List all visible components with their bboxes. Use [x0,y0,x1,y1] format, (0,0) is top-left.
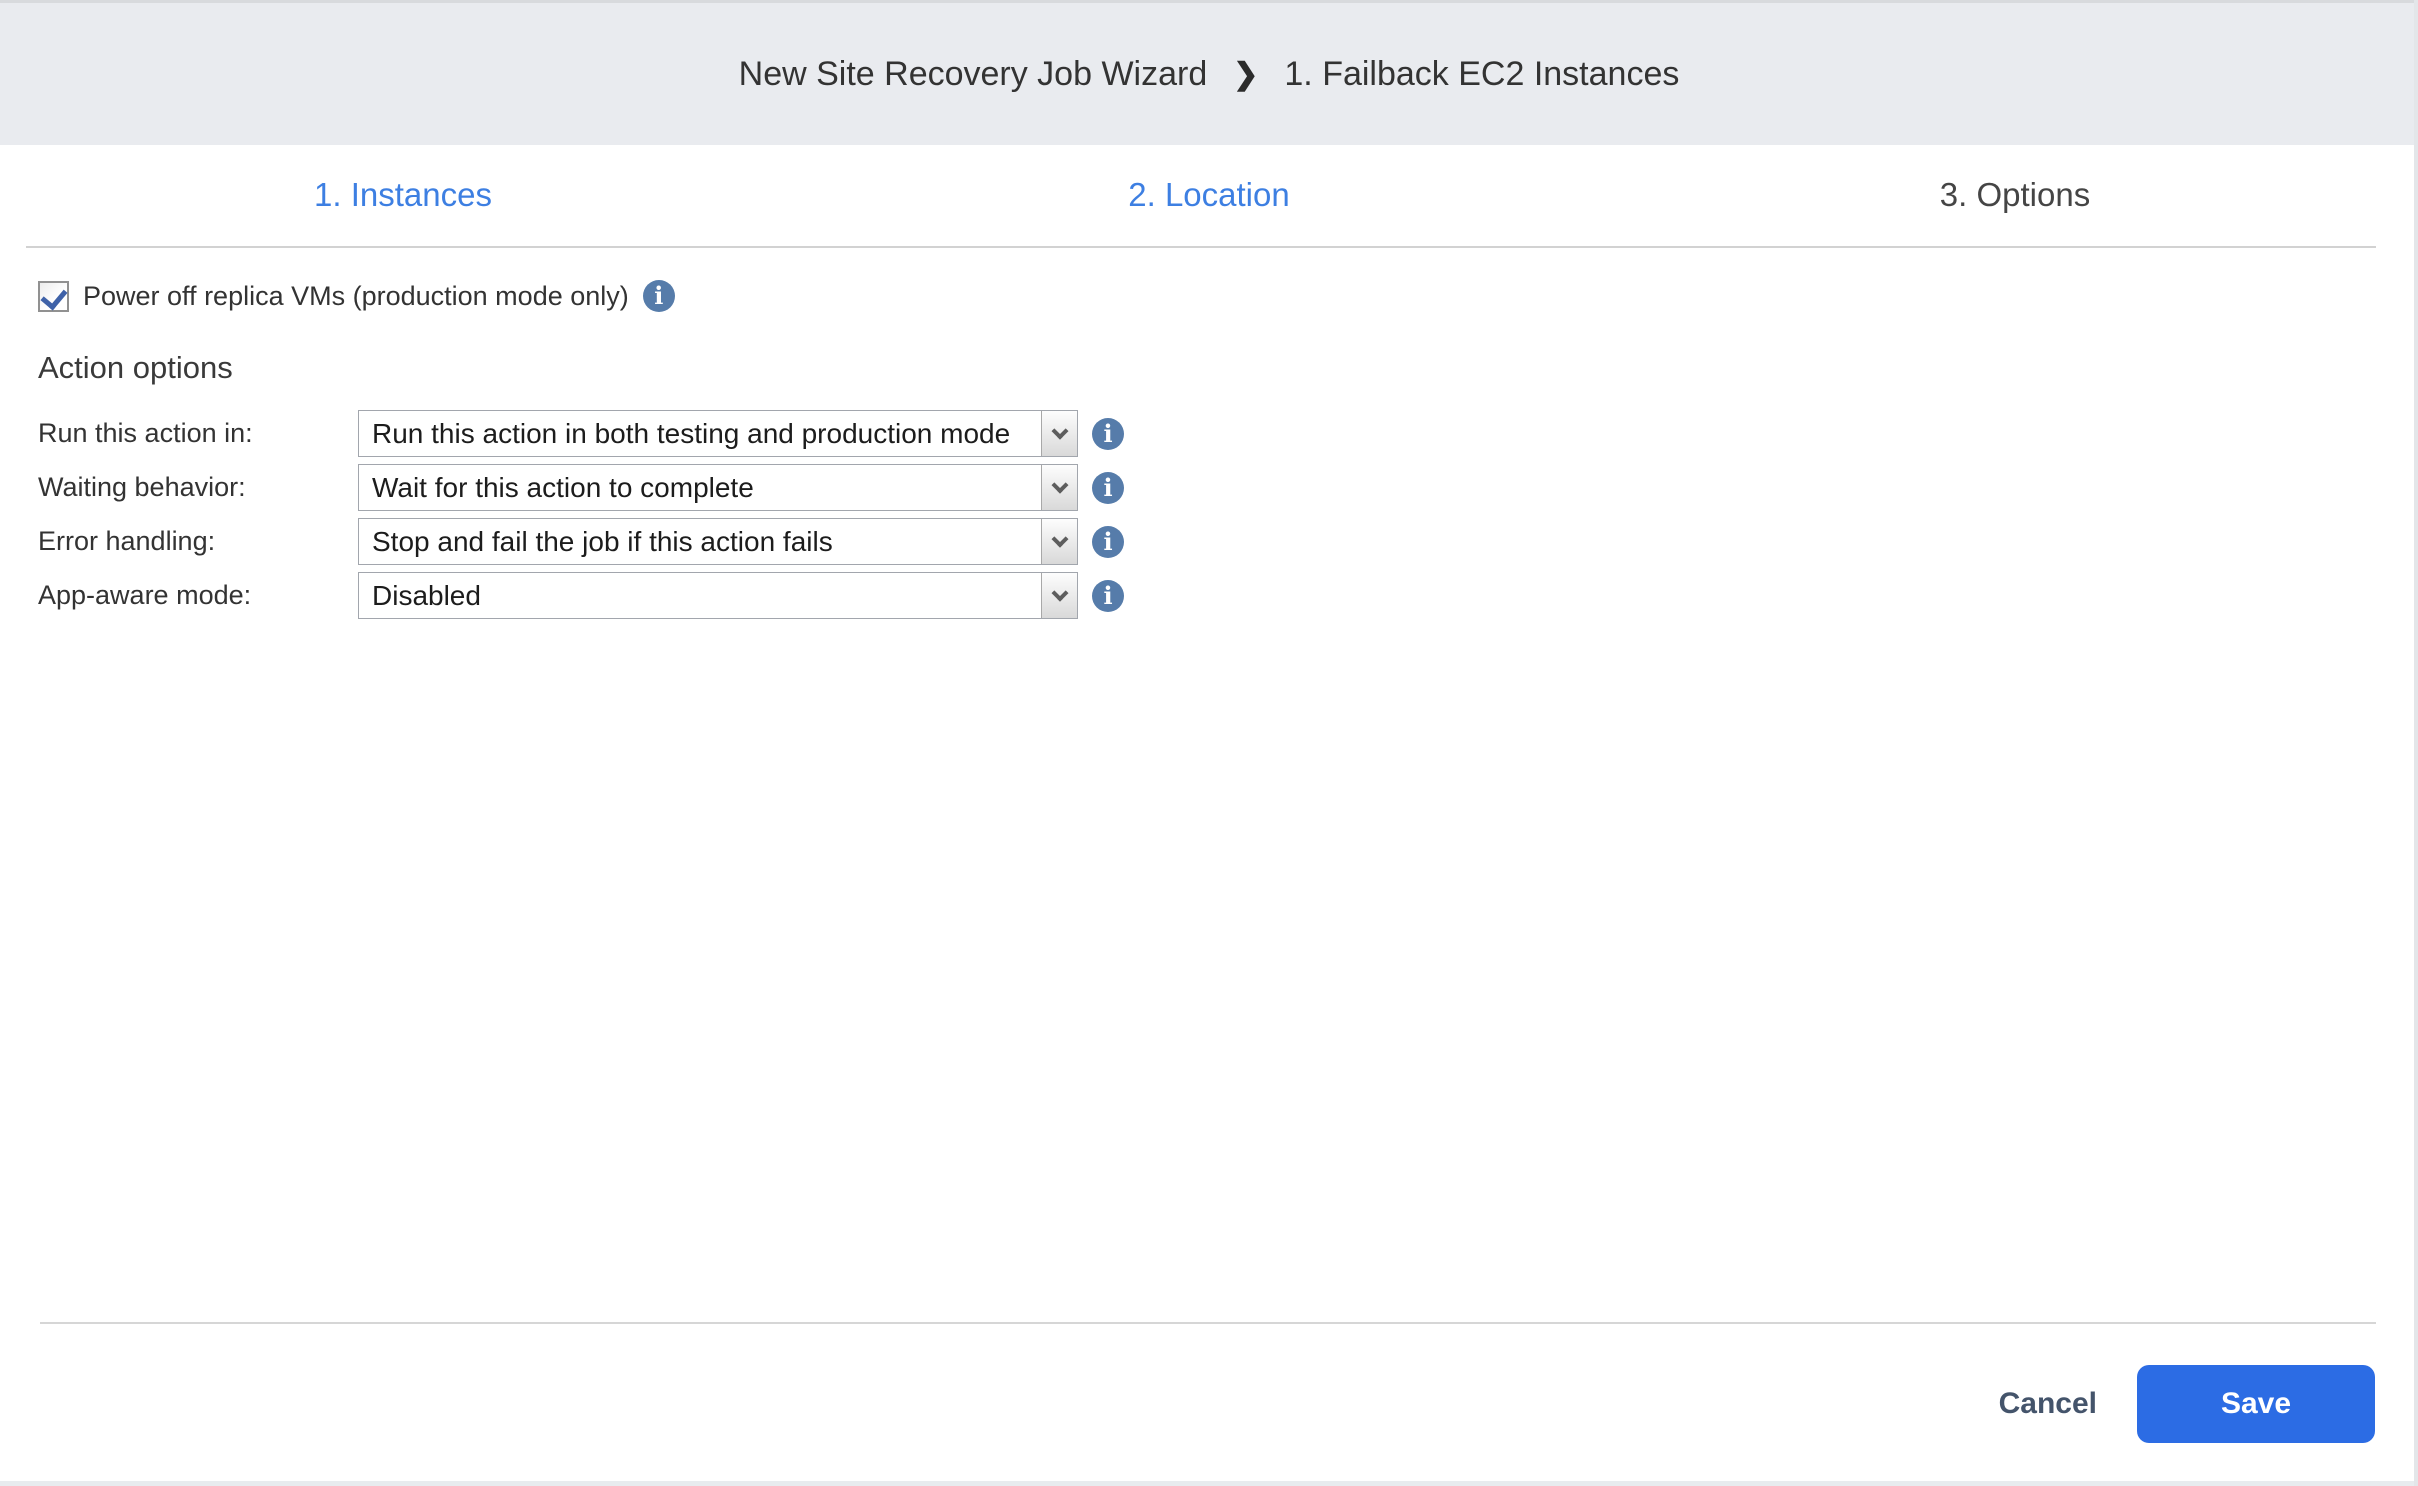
error-handling-label: Error handling: [38,526,358,557]
power-off-row: Power off replica VMs (production mode o… [38,280,2376,312]
info-icon[interactable] [1092,580,1124,612]
wizard-header: New Site Recovery Job Wizard ❯ 1. Failba… [0,3,2418,145]
error-handling-value: Stop and fail the job if this action fai… [359,519,1041,564]
run-action-in-select[interactable]: Run this action in both testing and prod… [358,410,1078,457]
power-off-checkbox-label: Power off replica VMs (production mode o… [83,281,629,312]
dropdown-arrow-icon[interactable] [1041,519,1077,564]
footer-divider [40,1322,2376,1324]
dropdown-arrow-icon[interactable] [1041,573,1077,618]
waiting-behavior-row: Waiting behavior: Wait for this action t… [38,464,2376,511]
waiting-behavior-value: Wait for this action to complete [359,465,1041,510]
step-title: 1. Failback EC2 Instances [1284,55,1679,94]
app-aware-mode-select[interactable]: Disabled [358,572,1078,619]
step-tab-bar: 1. Instances 2. Location 3. Options [0,145,2418,245]
error-handling-row: Error handling: Stop and fail the job if… [38,518,2376,565]
info-icon[interactable] [643,280,675,312]
window-edge-right [2414,0,2418,1486]
info-icon[interactable] [1092,418,1124,450]
footer-actions: Cancel Save [1999,1365,2375,1443]
waiting-behavior-select[interactable]: Wait for this action to complete [358,464,1078,511]
wizard-dialog: New Site Recovery Job Wizard ❯ 1. Failba… [0,0,2418,1486]
dropdown-arrow-icon[interactable] [1041,465,1077,510]
breadcrumb-chevron-icon: ❯ [1233,57,1258,92]
app-aware-mode-label: App-aware mode: [38,580,358,611]
save-button[interactable]: Save [2137,1365,2375,1443]
info-icon[interactable] [1092,526,1124,558]
window-edge-bottom [0,1481,2418,1486]
power-off-checkbox[interactable] [38,281,69,312]
app-aware-mode-row: App-aware mode: Disabled [38,572,2376,619]
error-handling-select[interactable]: Stop and fail the job if this action fai… [358,518,1078,565]
app-aware-mode-value: Disabled [359,573,1041,618]
dropdown-arrow-icon[interactable] [1041,411,1077,456]
info-icon[interactable] [1092,472,1124,504]
tab-options[interactable]: 3. Options [1612,176,2418,214]
action-options-heading: Action options [38,350,2376,386]
tab-location[interactable]: 2. Location [806,176,1612,214]
run-action-in-row: Run this action in: Run this action in b… [38,410,2376,457]
run-action-in-label: Run this action in: [38,418,358,449]
run-action-in-value: Run this action in both testing and prod… [359,411,1041,456]
options-panel: Power off replica VMs (production mode o… [38,248,2376,626]
window-edge-top [0,0,2418,3]
wizard-title: New Site Recovery Job Wizard [739,55,1208,94]
waiting-behavior-label: Waiting behavior: [38,472,358,503]
cancel-button[interactable]: Cancel [1999,1387,2097,1421]
action-options-form: Run this action in: Run this action in b… [38,410,2376,619]
tab-instances[interactable]: 1. Instances [0,176,806,214]
